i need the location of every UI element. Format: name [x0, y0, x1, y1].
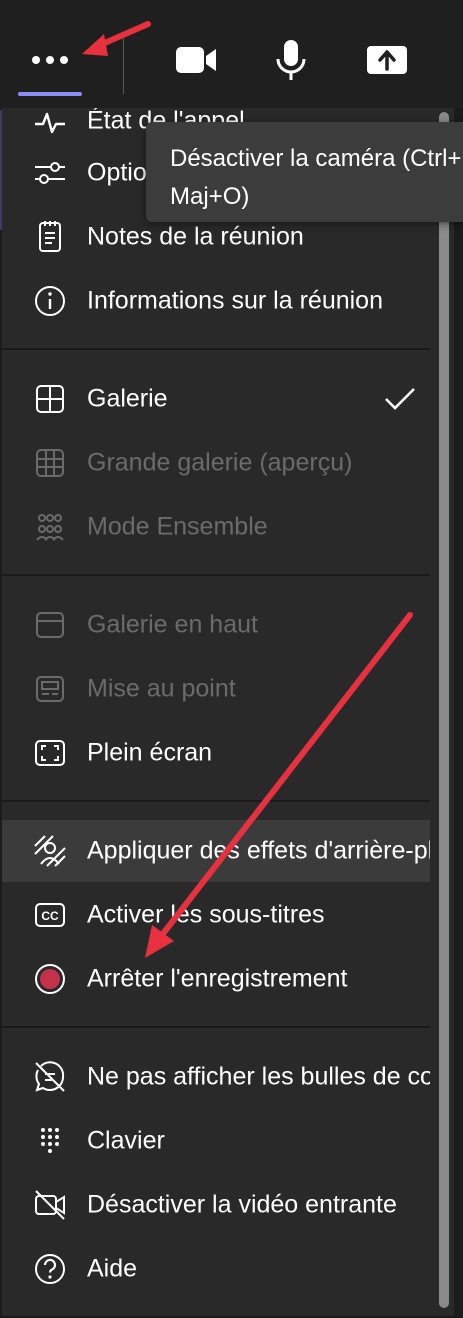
background-effects-icon	[32, 833, 68, 869]
menu-item-hide-chat-bubbles[interactable]: Ne pas afficher les bulles de conversati…	[2, 1046, 430, 1108]
menu-divider	[2, 348, 430, 350]
menu-item-label: Plein écran	[87, 738, 213, 767]
menu-item-gallery[interactable]: Galerie	[2, 368, 430, 430]
notes-icon	[32, 219, 68, 255]
menu-item-meeting-info[interactable]: Informations sur la réunion	[2, 270, 430, 332]
meeting-toolbar	[0, 0, 463, 108]
microphone-button[interactable]	[256, 22, 326, 98]
menu-item-label: Galerie	[87, 384, 168, 413]
video-off-icon	[32, 1187, 68, 1223]
captions-cc-icon: CC	[32, 897, 68, 933]
menu-item-label: Mise au point	[87, 674, 236, 703]
tooltip-text: Désactiver la caméra (Ctrl+Maj+O)	[170, 145, 462, 210]
menu-item-large-gallery: Grande galerie (aperçu)	[2, 432, 430, 494]
menu-item-fullscreen[interactable]: Plein écran	[2, 722, 430, 784]
menu-item-focus: Mise au point	[2, 658, 430, 720]
menu-item-background-effects[interactable]: Appliquer des effets d'arrière-plan	[2, 820, 430, 882]
toolbar-divider	[123, 38, 124, 94]
focus-icon	[32, 671, 68, 707]
menu-item-label: Informations sur la réunion	[87, 286, 383, 315]
share-button[interactable]	[352, 22, 422, 98]
info-icon	[32, 283, 68, 319]
menu-item-label: Aide	[87, 1254, 138, 1283]
menu-item-keypad[interactable]: Clavier	[2, 1110, 430, 1172]
menu-item-label: Arrêter l'enregistrement	[87, 964, 348, 993]
menu-item-label: Grande galerie (aperçu)	[87, 448, 353, 477]
menu-item-disable-incoming-video[interactable]: Désactiver la vidéo entrante	[2, 1174, 430, 1236]
gallery-grid-icon	[32, 381, 68, 417]
menu-divider	[2, 800, 430, 802]
microphone-icon	[276, 40, 306, 80]
menu-divider	[2, 574, 430, 576]
menu-item-label: Désactiver la vidéo entrante	[87, 1190, 397, 1219]
menu-item-label: Galerie en haut	[87, 610, 258, 639]
share-upload-icon	[367, 46, 407, 74]
camera-tooltip: Désactiver la caméra (Ctrl+Maj+O)	[146, 122, 463, 222]
call-health-icon	[32, 108, 68, 139]
keypad-icon	[32, 1123, 68, 1159]
fullscreen-icon	[32, 735, 68, 771]
menu-item-help[interactable]: Aide	[2, 1238, 430, 1300]
svg-text:CC: CC	[41, 909, 59, 923]
help-icon	[32, 1251, 68, 1287]
menu-item-together-mode: Mode Ensemble	[2, 496, 430, 558]
menu-item-stop-recording[interactable]: Arrêter l'enregistrement	[2, 948, 430, 1010]
menu-item-gallery-top: Galerie en haut	[2, 594, 430, 656]
checkmark-icon	[384, 387, 416, 411]
large-gallery-icon	[32, 445, 68, 481]
menu-item-label: Notes de la réunion	[87, 222, 304, 251]
no-chat-bubbles-icon	[32, 1059, 68, 1095]
record-stop-icon	[32, 961, 68, 997]
options-sliders-icon	[32, 155, 68, 191]
video-camera-icon	[176, 47, 216, 73]
more-actions-menu: État de l'appel Options Notes de la réun…	[2, 108, 456, 1316]
active-indicator	[18, 92, 82, 96]
together-mode-icon	[32, 509, 68, 545]
camera-button[interactable]	[161, 22, 231, 98]
menu-item-label: Appliquer des effets d'arrière-plan	[87, 836, 430, 865]
menu-item-label: Ne pas afficher les bulles de conversati…	[87, 1062, 430, 1091]
menu-item-label: Mode Ensemble	[87, 512, 268, 541]
menu-item-label: Activer les sous-titres	[87, 900, 325, 929]
menu-item-captions[interactable]: CC Activer les sous-titres	[2, 884, 430, 946]
menu-scrollbar[interactable]	[439, 112, 449, 1308]
gallery-top-icon	[32, 607, 68, 643]
more-dots-icon	[32, 56, 68, 64]
menu-divider	[2, 1026, 430, 1028]
menu-item-label: Clavier	[87, 1126, 165, 1155]
more-actions-button[interactable]	[15, 22, 85, 98]
